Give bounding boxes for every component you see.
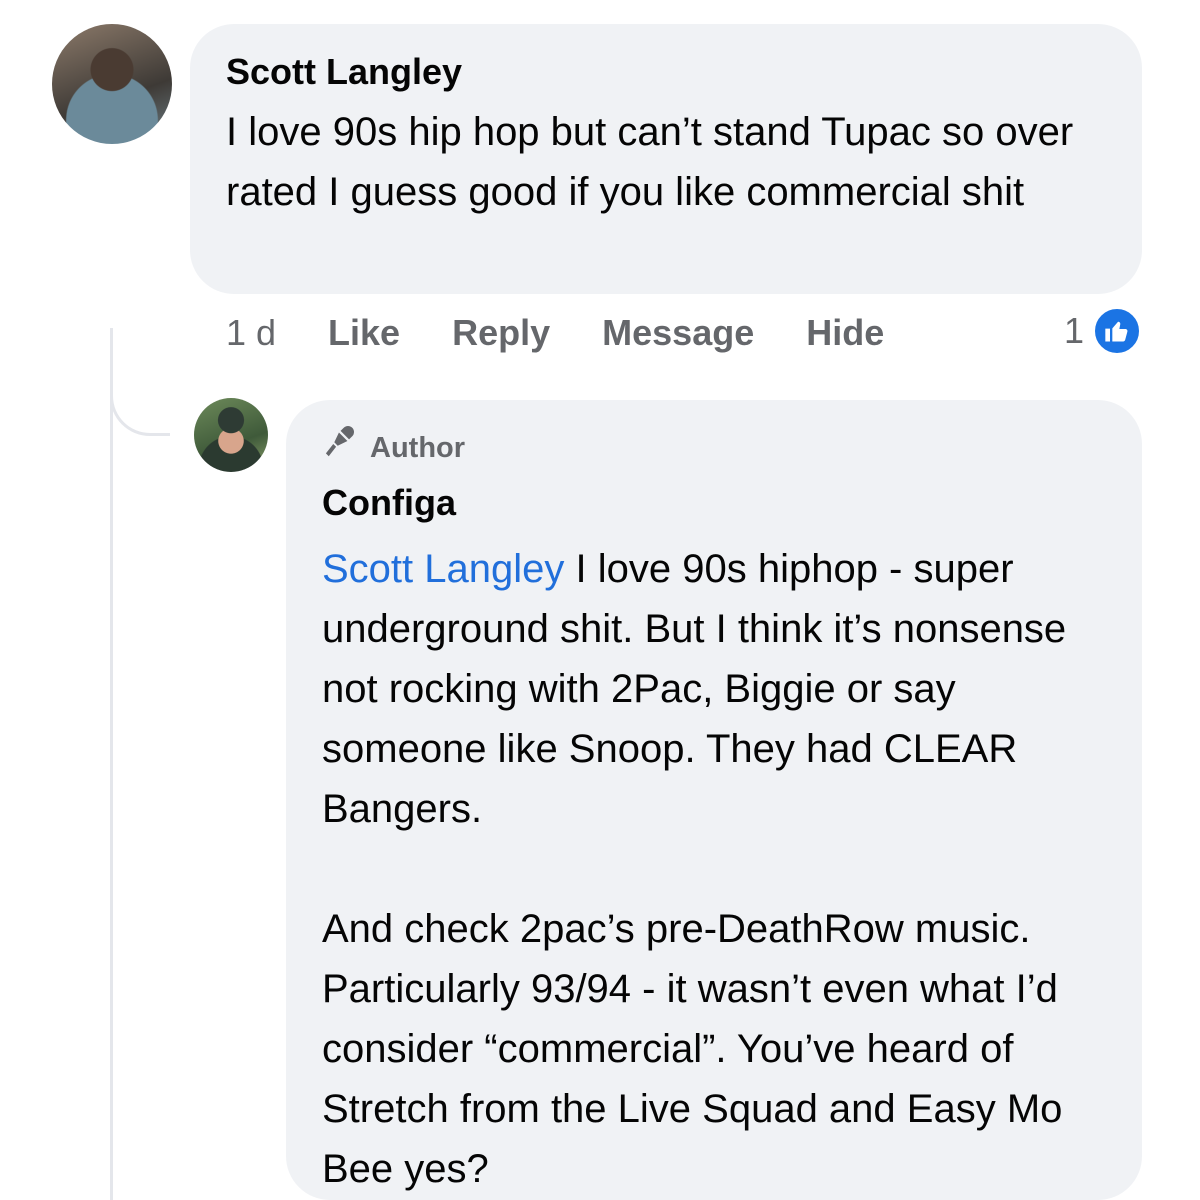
comment-bubble: Scott Langley I love 90s hip hop but can…: [190, 24, 1142, 294]
like-button[interactable]: Like: [328, 312, 400, 354]
thread-connector-line: [110, 328, 113, 1200]
hide-button[interactable]: Hide: [806, 312, 884, 354]
comment-actions: 1 d Like Reply Message Hide: [226, 308, 936, 358]
comment-text: I love 90s hip hop but can’t stand Tupac…: [226, 110, 1085, 214]
author-badge: Author: [322, 424, 1106, 471]
comment-author-name[interactable]: Scott Langley: [226, 50, 1106, 94]
thumbs-up-icon: [1092, 306, 1143, 356]
message-button[interactable]: Message: [602, 312, 754, 354]
reply-paragraph-1: Scott Langley I love 90s hiphop - super …: [322, 539, 1112, 839]
microphone-icon: [322, 424, 358, 471]
avatar[interactable]: [52, 24, 172, 144]
thread-connector-elbow: [110, 360, 170, 436]
reaction-summary[interactable]: 1: [1064, 306, 1143, 356]
mention-link[interactable]: Scott Langley: [322, 547, 564, 591]
reply-bubble: Author Configa Scott Langley I love 90s …: [286, 400, 1142, 1200]
author-badge-label: Author: [370, 431, 466, 464]
comment-thread: Scott Langley I love 90s hip hop but can…: [0, 0, 1200, 1200]
comment-timestamp[interactable]: 1 d: [226, 312, 276, 354]
avatar[interactable]: [194, 398, 268, 472]
reply-author-name[interactable]: Configa: [322, 481, 1106, 525]
reply-button[interactable]: Reply: [452, 312, 550, 354]
reply-paragraph-2: And check 2pac’s pre-DeathRow music. Par…: [322, 907, 1074, 1191]
reaction-count: 1: [1064, 310, 1085, 351]
